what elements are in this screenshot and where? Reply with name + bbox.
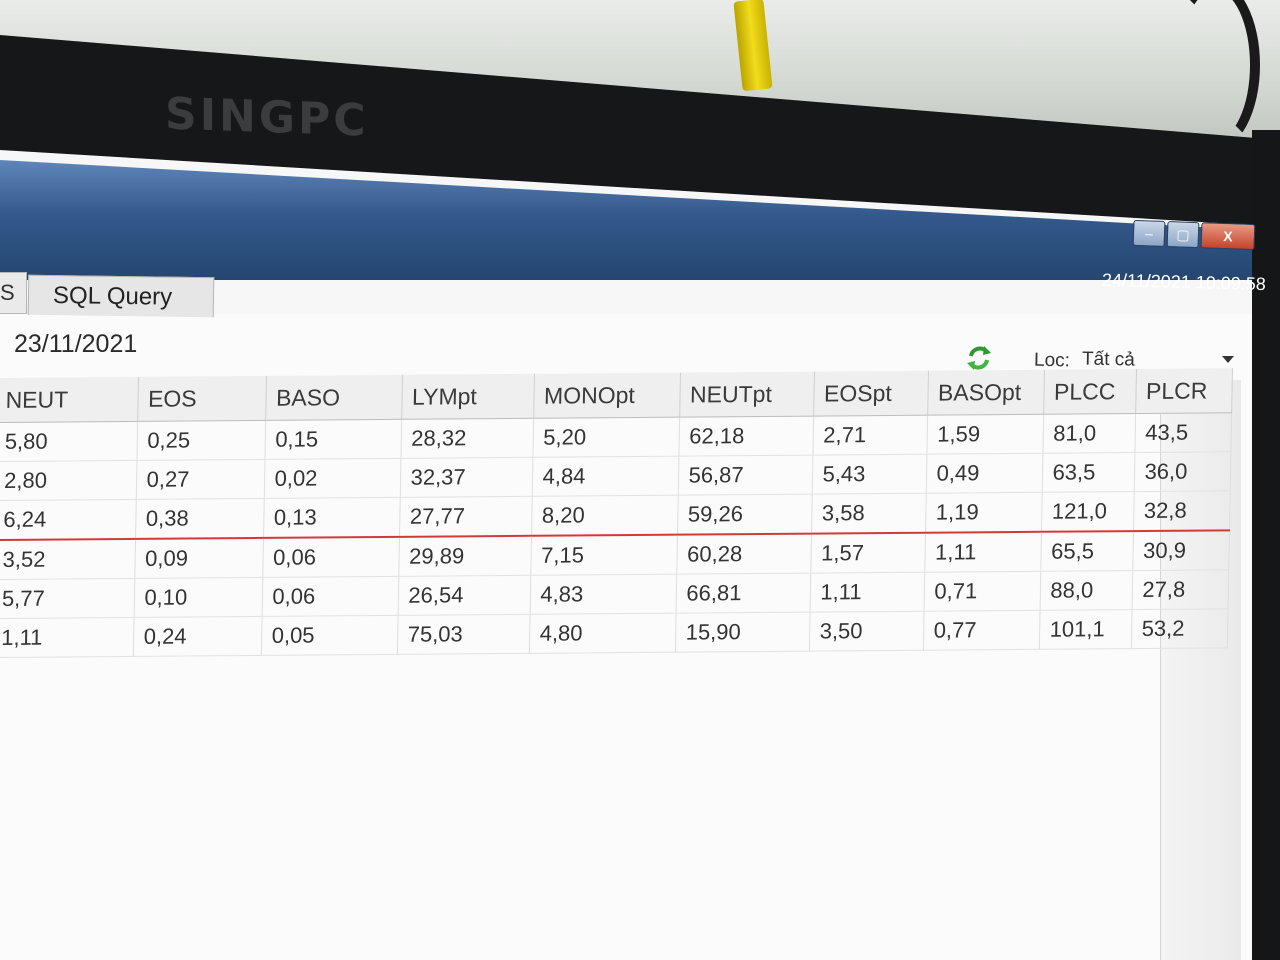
table-cell: 3,52 bbox=[0, 538, 136, 580]
table-cell: 5,20 bbox=[532, 417, 680, 458]
window-controls: – ▢ X bbox=[1132, 219, 1256, 251]
table-cell: 1,11 bbox=[924, 531, 1041, 573]
column-header[interactable]: LYMpt bbox=[401, 373, 534, 420]
column-header[interactable]: PLCR bbox=[1135, 368, 1232, 414]
table-cell: 27,77 bbox=[399, 496, 532, 537]
table-cell: 32,8 bbox=[1132, 490, 1230, 532]
table-cell: 27,8 bbox=[1131, 569, 1229, 610]
table-cell: 1,11 bbox=[0, 617, 134, 658]
table-cell: 59,26 bbox=[677, 494, 812, 535]
table-cell: 63,5 bbox=[1041, 452, 1135, 493]
table-cell: 62,18 bbox=[678, 416, 814, 457]
table-cell: 4,83 bbox=[529, 574, 677, 615]
table-cell: 28,32 bbox=[400, 418, 534, 459]
table-cell: 1,57 bbox=[810, 532, 926, 574]
table-cell: 0,38 bbox=[135, 498, 264, 539]
table-cell: 5,43 bbox=[811, 454, 927, 495]
table-cell: 81,0 bbox=[1042, 413, 1136, 454]
table-cell: 6,24 bbox=[0, 499, 136, 541]
tab-sql-query[interactable]: SQL Query bbox=[27, 274, 215, 318]
table-cell: 30,9 bbox=[1132, 530, 1229, 571]
table-cell: 15,90 bbox=[674, 612, 810, 653]
table-cell: 7,15 bbox=[530, 534, 678, 576]
results-grid: NEUT EOS BASO LYMpt MONOpt NEUTpt EOSpt … bbox=[0, 368, 1244, 658]
column-header[interactable]: NEUTpt bbox=[679, 371, 814, 418]
filter-dropdown[interactable]: Tất cả bbox=[1082, 348, 1135, 371]
table-cell: 0,25 bbox=[136, 420, 266, 461]
table-cell: 43,5 bbox=[1134, 412, 1232, 453]
close-icon: X bbox=[1223, 228, 1233, 245]
column-header[interactable]: EOS bbox=[137, 375, 266, 422]
table-cell: 53,2 bbox=[1130, 608, 1228, 649]
tab-previous[interactable]: S bbox=[0, 272, 27, 314]
table-cell: 29,89 bbox=[398, 535, 532, 577]
monitor-brand-logo: SINGPC bbox=[165, 88, 369, 147]
table-cell: 0,24 bbox=[132, 616, 262, 657]
table-cell: 36,0 bbox=[1133, 451, 1231, 492]
maximize-button[interactable]: ▢ bbox=[1166, 221, 1200, 249]
table-cell: 1,11 bbox=[809, 572, 925, 613]
table-cell: 5,80 bbox=[0, 421, 138, 462]
table-cell: 3,58 bbox=[811, 493, 926, 534]
monitor-bezel-right bbox=[1252, 130, 1280, 960]
table-cell: 32,37 bbox=[399, 457, 533, 498]
maximize-icon: ▢ bbox=[1176, 225, 1190, 243]
table-cell: 56,87 bbox=[677, 455, 813, 496]
table-cell: 0,27 bbox=[135, 459, 265, 500]
refresh-icon[interactable] bbox=[965, 344, 993, 372]
table-cell: 26,54 bbox=[397, 575, 531, 616]
table-cell: 0,05 bbox=[260, 615, 398, 656]
table-cell: 0,10 bbox=[133, 577, 263, 618]
table-cell: 0,02 bbox=[263, 458, 401, 499]
table-cell: 65,5 bbox=[1040, 531, 1133, 572]
table-cell: 0,49 bbox=[925, 453, 1043, 494]
table-cell: 0,06 bbox=[261, 576, 399, 617]
minimize-icon: – bbox=[1144, 225, 1154, 242]
table-cell: 0,06 bbox=[262, 536, 400, 578]
table-cell: 5,77 bbox=[0, 578, 135, 619]
table-cell: 75,03 bbox=[396, 614, 530, 655]
table-cell: 8,20 bbox=[531, 495, 678, 536]
table-cell: 0,13 bbox=[263, 497, 400, 538]
column-header[interactable]: BASOpt bbox=[927, 369, 1044, 416]
close-button[interactable]: X bbox=[1200, 222, 1256, 251]
table-cell: 3,50 bbox=[808, 611, 924, 652]
table-cell: 0,77 bbox=[922, 610, 1040, 651]
column-header[interactable]: PLCC bbox=[1043, 369, 1136, 415]
table-cell: 4,84 bbox=[531, 456, 679, 497]
status-clock: 24/11/2021 10:09:58 bbox=[1101, 269, 1267, 295]
table-cell: 0,15 bbox=[264, 419, 402, 460]
table-cell: 88,0 bbox=[1039, 570, 1133, 611]
minimize-button[interactable]: – bbox=[1132, 219, 1166, 247]
table-cell: 101,1 bbox=[1038, 609, 1132, 650]
table-cell: 66,81 bbox=[675, 573, 811, 614]
column-header[interactable]: MONOpt bbox=[533, 372, 680, 419]
column-header[interactable]: EOSpt bbox=[813, 370, 928, 417]
table-cell: 2,71 bbox=[812, 415, 928, 456]
date-field[interactable]: 23/11/2021 bbox=[14, 330, 137, 359]
table-cell: 121,0 bbox=[1040, 491, 1134, 532]
column-header[interactable]: NEUT bbox=[0, 376, 138, 423]
table-cell: 1,59 bbox=[926, 414, 1044, 455]
chevron-down-icon[interactable] bbox=[1222, 356, 1234, 363]
table-cell: 60,28 bbox=[676, 533, 812, 575]
table-cell: 0,71 bbox=[923, 571, 1041, 612]
table-cell: 4,80 bbox=[528, 613, 676, 654]
column-header[interactable]: BASO bbox=[265, 374, 402, 421]
table-cell: 1,19 bbox=[925, 492, 1042, 533]
table-cell: 2,80 bbox=[0, 460, 137, 501]
table-cell: 0,09 bbox=[134, 537, 264, 579]
